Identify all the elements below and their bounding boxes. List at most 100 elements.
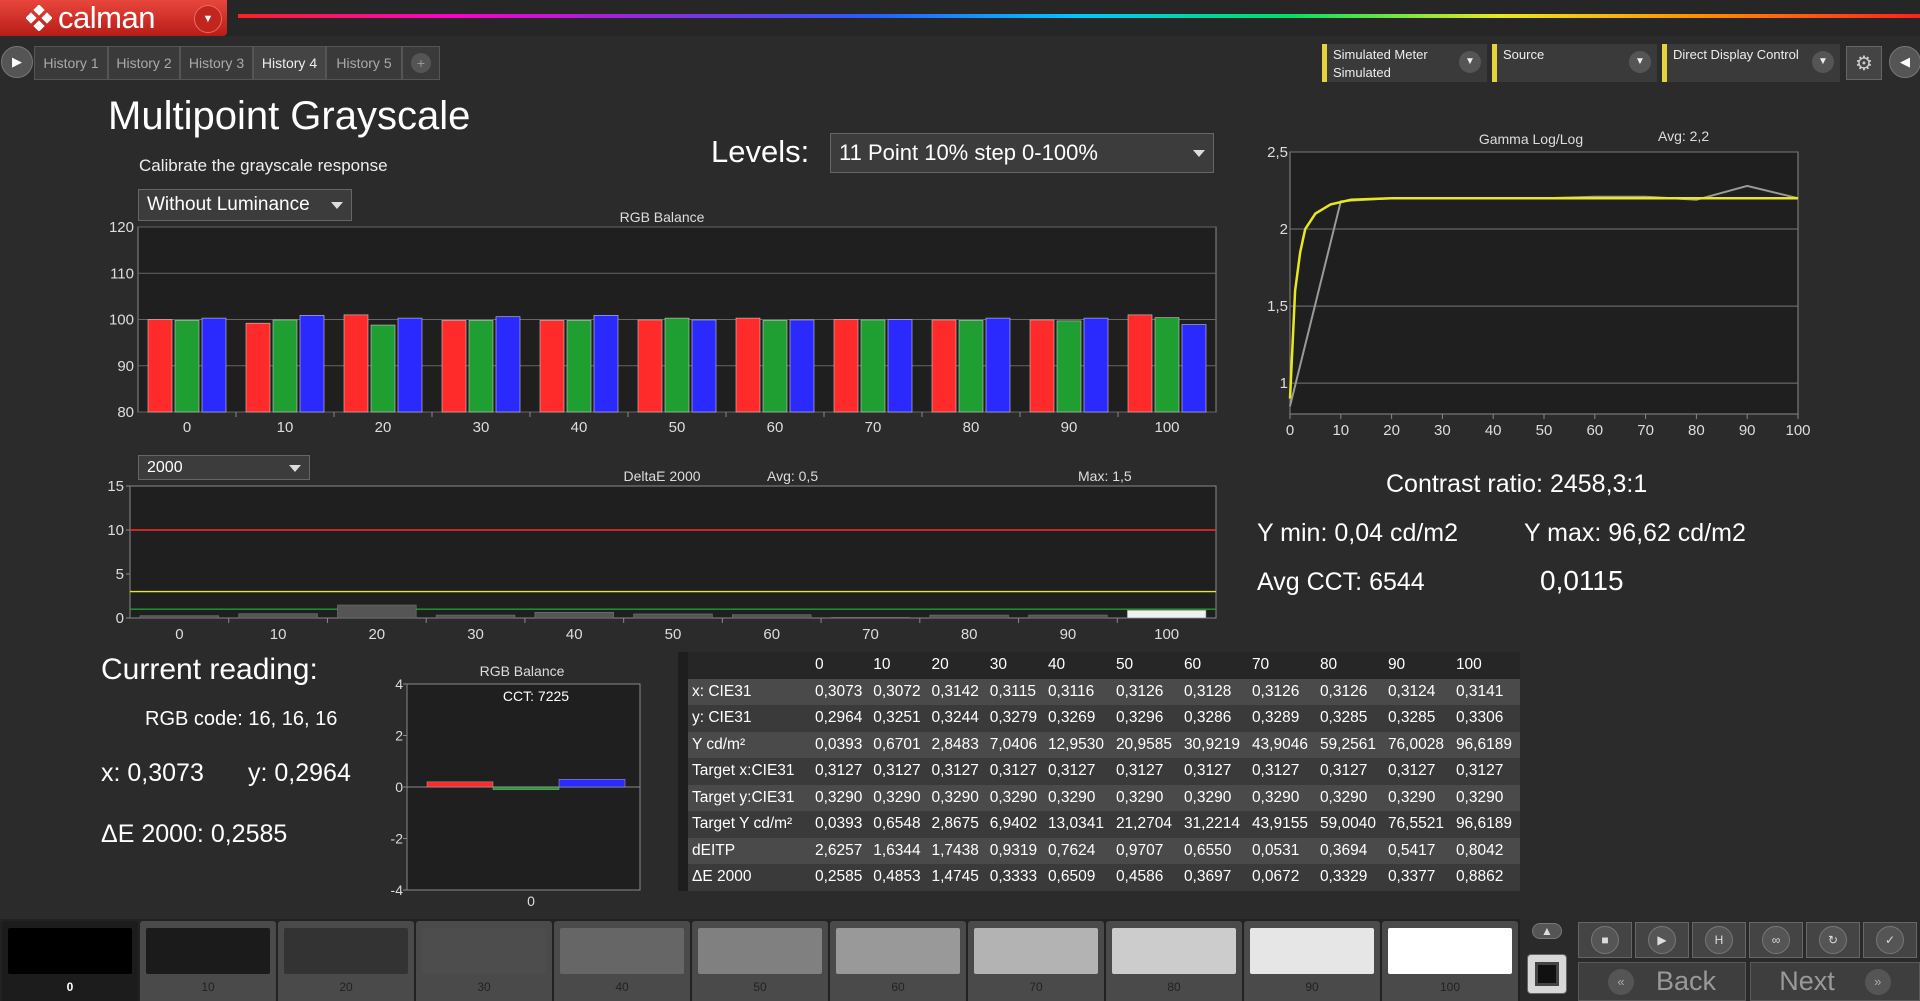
table-cell: 76,0028: [1383, 731, 1452, 758]
row-marker: [678, 864, 688, 891]
tab-history-4[interactable]: History 4: [253, 46, 326, 80]
table-cell: 0,3697: [1179, 864, 1248, 891]
hold-measure-button[interactable]: H: [1692, 922, 1746, 958]
table-cell: 43,9155: [1247, 811, 1316, 838]
avg-cct: Avg CCT: 6544: [1257, 568, 1425, 596]
x-tick-label: 50: [665, 626, 682, 640]
swatch-color: [284, 928, 408, 974]
column-header: 60: [1179, 652, 1248, 679]
table-cell: 2,8483: [927, 731, 986, 758]
table-row: x: CIE31 0,3073 0,3072 0,3142 0,3115 0,3116 0,…: [678, 678, 1520, 705]
app-menu-chevron-icon[interactable]: ▼: [194, 5, 222, 33]
y-tick-label: 4: [395, 676, 403, 692]
play-measure-button[interactable]: ▶: [1635, 922, 1689, 958]
table-cell: 0,6701: [869, 731, 928, 758]
y-tick-label: 1,5: [1267, 298, 1288, 315]
swatch-60[interactable]: 60: [830, 921, 966, 1001]
table-cell: 0,3279: [985, 705, 1044, 732]
y-tick-label: 100: [109, 312, 134, 329]
y-tick-label: 2: [1280, 221, 1288, 238]
stop-icon: ■: [1591, 926, 1619, 954]
stat-value: 0,0115: [1540, 565, 1624, 596]
table-cell: 0,3290: [869, 784, 928, 811]
table-cell: 0,9319: [985, 837, 1044, 864]
swatch-90[interactable]: 90: [1244, 921, 1380, 1001]
accept-button[interactable]: ✓: [1863, 922, 1917, 958]
table-cell: 0,3296: [1111, 705, 1180, 732]
table-cell: 0,3073: [811, 678, 870, 705]
chevron-down-icon[interactable]: ▼: [1459, 51, 1481, 73]
bar: [343, 314, 369, 413]
table-cell: 1,6344: [869, 837, 928, 864]
row-marker: [678, 837, 688, 864]
table-cell: 0,3290: [1451, 784, 1520, 811]
bar: [397, 317, 423, 413]
bar: [830, 617, 911, 619]
play-icon[interactable]: ▶: [1, 46, 33, 78]
table-cell: 59,2561: [1315, 731, 1384, 758]
chevron-down-icon[interactable]: ▼: [1812, 51, 1834, 73]
table-cell: 0,5417: [1383, 837, 1452, 864]
table-cell: 0,3285: [1315, 705, 1384, 732]
table-cell: 0,9707: [1111, 837, 1180, 864]
table-cell: 0,3127: [985, 758, 1044, 785]
tab-history-3[interactable]: History 3: [180, 46, 253, 80]
swatch-40[interactable]: 40: [554, 921, 690, 1001]
source-selector[interactable]: Source ▼: [1492, 44, 1657, 82]
swatch-30[interactable]: 30: [416, 921, 552, 1001]
swatch-80[interactable]: 80: [1106, 921, 1242, 1001]
de-chart-title: DeltaE 2000: [623, 468, 700, 484]
double-chevron-left-icon: «: [1607, 968, 1634, 995]
continuous-button[interactable]: ∞: [1749, 922, 1803, 958]
display-selector[interactable]: Direct Display Control ▼: [1662, 44, 1840, 82]
mini-chart-title: RGB Balance: [480, 663, 565, 679]
table-row: Target y:CIE31 0,3290 0,3290 0,3290 0,3290 0,…: [678, 784, 1520, 811]
bar: [534, 611, 614, 619]
swatch-100[interactable]: 100: [1382, 921, 1518, 1001]
swatch-label: 10: [201, 980, 215, 994]
bar: [272, 319, 298, 413]
table-cell: 0,3126: [1111, 678, 1180, 705]
table-cell: 0,3290: [1315, 784, 1384, 811]
add-tab-button[interactable]: +: [402, 46, 440, 80]
table-cell: 0,3127: [1179, 758, 1248, 785]
back-label: Back: [1655, 966, 1717, 996]
tab-history-2[interactable]: History 2: [108, 46, 180, 80]
meter-selector[interactable]: Simulated Meter Simulated ▼: [1322, 44, 1487, 82]
collapse-arrow-icon[interactable]: ◀: [1889, 46, 1920, 78]
back-button[interactable]: « Back: [1578, 962, 1746, 1001]
table-cell: 0,3286: [1179, 705, 1248, 732]
current-delta-e: ΔE 2000: 0,2585: [101, 820, 288, 848]
chevron-down-icon[interactable]: ▼: [1629, 51, 1651, 73]
tab-history-5[interactable]: History 5: [326, 46, 402, 80]
de-max-label: Max: 1,5: [1078, 468, 1132, 484]
table-cell: 76,5521: [1383, 811, 1452, 838]
refresh-button[interactable]: ↻: [1806, 922, 1860, 958]
y-tick-label: 80: [117, 404, 134, 421]
table-cell: 0,3290: [1179, 784, 1248, 811]
gear-icon[interactable]: ⚙: [1846, 46, 1882, 80]
table-cell: 0,3126: [1247, 678, 1316, 705]
swatch-20[interactable]: 20: [278, 921, 414, 1001]
swatch-0[interactable]: 0: [2, 921, 138, 1001]
table-cell: 0,3290: [985, 784, 1044, 811]
swatch-10[interactable]: 10: [140, 921, 276, 1001]
levels-dropdown[interactable]: 11 Point 10% step 0-100%: [830, 133, 1214, 173]
swatch-70[interactable]: 70: [968, 921, 1104, 1001]
y-tick-label: 90: [117, 358, 134, 375]
bar: [1028, 614, 1108, 619]
chevron-up-icon[interactable]: ▲: [1532, 923, 1562, 939]
bar: [732, 614, 812, 619]
tab-history-1[interactable]: History 1: [34, 46, 108, 80]
calman-logo[interactable]: calman ▼: [0, 0, 227, 36]
x-tick-label: 90: [1060, 626, 1077, 640]
measurement-table: 0 10 20 30 40 50 60 70 80 90 100 x: CIE31 0,3073 0,30…: [678, 652, 1520, 891]
table-cell: 0,3127: [1111, 758, 1180, 785]
page-title: Multipoint Grayscale: [108, 94, 471, 138]
stop-measure-button[interactable]: ■: [1578, 922, 1632, 958]
table-cell: 0,3127: [1247, 758, 1316, 785]
next-button[interactable]: Next »: [1750, 962, 1920, 1001]
plus-icon: +: [411, 53, 431, 73]
stop-icon[interactable]: [1527, 954, 1567, 994]
swatch-50[interactable]: 50: [692, 921, 828, 1001]
